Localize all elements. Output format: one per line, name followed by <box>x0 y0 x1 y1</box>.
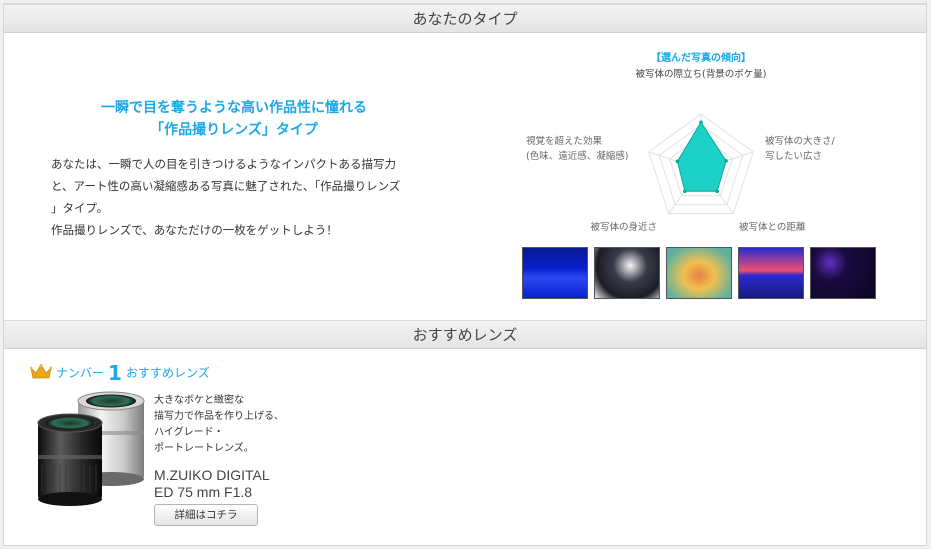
radar-chart: 【選んだ写真の傾向】 被写体の際立ち(背景のボケ量) 被写体の大きさ/写したい広さ… <box>526 51 836 233</box>
radar-vertex-dot <box>715 189 719 194</box>
photo-purple-bokeh <box>810 247 876 299</box>
result-frame: あなたのタイプ 一瞬で目を奪うような高い作品性に憧れる 「作品撮りレンズ」タイプ… <box>3 3 927 546</box>
detail-button[interactable]: 詳細はコチラ <box>154 504 258 526</box>
type-headline-line1: 一瞬で目を奪うような高い作品性に憧れる <box>101 100 367 116</box>
recommend-panel: ナンバー 1 おすすめレンズ 大きなボケと緻密な 描写力で作品を作り上げる、 ハ… <box>4 349 926 546</box>
rank-number: 1 <box>108 361 122 385</box>
selected-photos <box>519 247 879 299</box>
lens-description-line1: 大きなボケと緻密な <box>154 395 244 406</box>
lens-name-line2: ED 75 mm F1.8 <box>154 484 253 500</box>
rank-label-prefix: ナンバー <box>56 366 105 380</box>
lens-product-image <box>37 391 145 506</box>
rank-title: ナンバー 1 おすすめレンズ <box>30 359 210 383</box>
radar-axis-label: 被写体の際立ち(背景のボケ量) <box>636 68 767 80</box>
radar-title: 【選んだ写真の傾向】 <box>651 51 751 64</box>
radar-vertex-dot <box>675 159 680 164</box>
crown-icon <box>30 364 52 379</box>
radar-axis-label: 被写体の身近さ <box>590 221 657 233</box>
radar-axis-label: 被写体の大きさ/写したい広さ <box>765 135 836 162</box>
radar-axis-label: 被写体との距離 <box>739 221 806 233</box>
type-panel: 一瞬で目を奪うような高い作品性に憧れる 「作品撮りレンズ」タイプ あなたは、一瞬… <box>4 33 926 320</box>
lens-description-line2: 描写力で作品を作り上げる、 <box>154 411 284 422</box>
type-description-line2: と、アート性の高い凝縮感ある写真に魅了された、「作品撮りレンズ <box>51 179 401 193</box>
radar-data-shape <box>676 121 727 192</box>
section-header-recommend: おすすめレンズ <box>4 320 926 349</box>
lens-name-line1: M.ZUIKO DIGITAL <box>154 467 270 483</box>
type-description-line3: 」タイプ。 <box>51 201 109 215</box>
section-header-type: あなたのタイプ <box>4 4 926 33</box>
rank-label-suffix: おすすめレンズ <box>125 366 210 380</box>
radar-vertex-dot <box>724 159 728 163</box>
lens-description-line3: ハイグレード・ <box>154 427 224 438</box>
photo-flowers-mono <box>594 247 660 299</box>
photo-blue-lake <box>522 247 588 299</box>
type-description-line4: 作品撮りレンズで、あなただけの一枚をゲットしよう！ <box>51 223 338 237</box>
photo-tulip <box>666 247 732 299</box>
radar-vertex-dot <box>683 189 687 194</box>
radar-axis-label: 視覚を超えた効果(色味、遠近感、凝縮感) <box>526 135 628 162</box>
photo-sunset-sea <box>738 247 804 299</box>
type-headline-line2: 「作品撮りレンズ」タイプ <box>150 122 318 138</box>
lens-description-line4: ポートレートレンズ。 <box>154 443 254 454</box>
radar-vertex-dot <box>699 120 703 125</box>
type-description-line1: あなたは、一瞬で人の目を引きつけるようなインパクトある描写力 <box>51 157 396 171</box>
